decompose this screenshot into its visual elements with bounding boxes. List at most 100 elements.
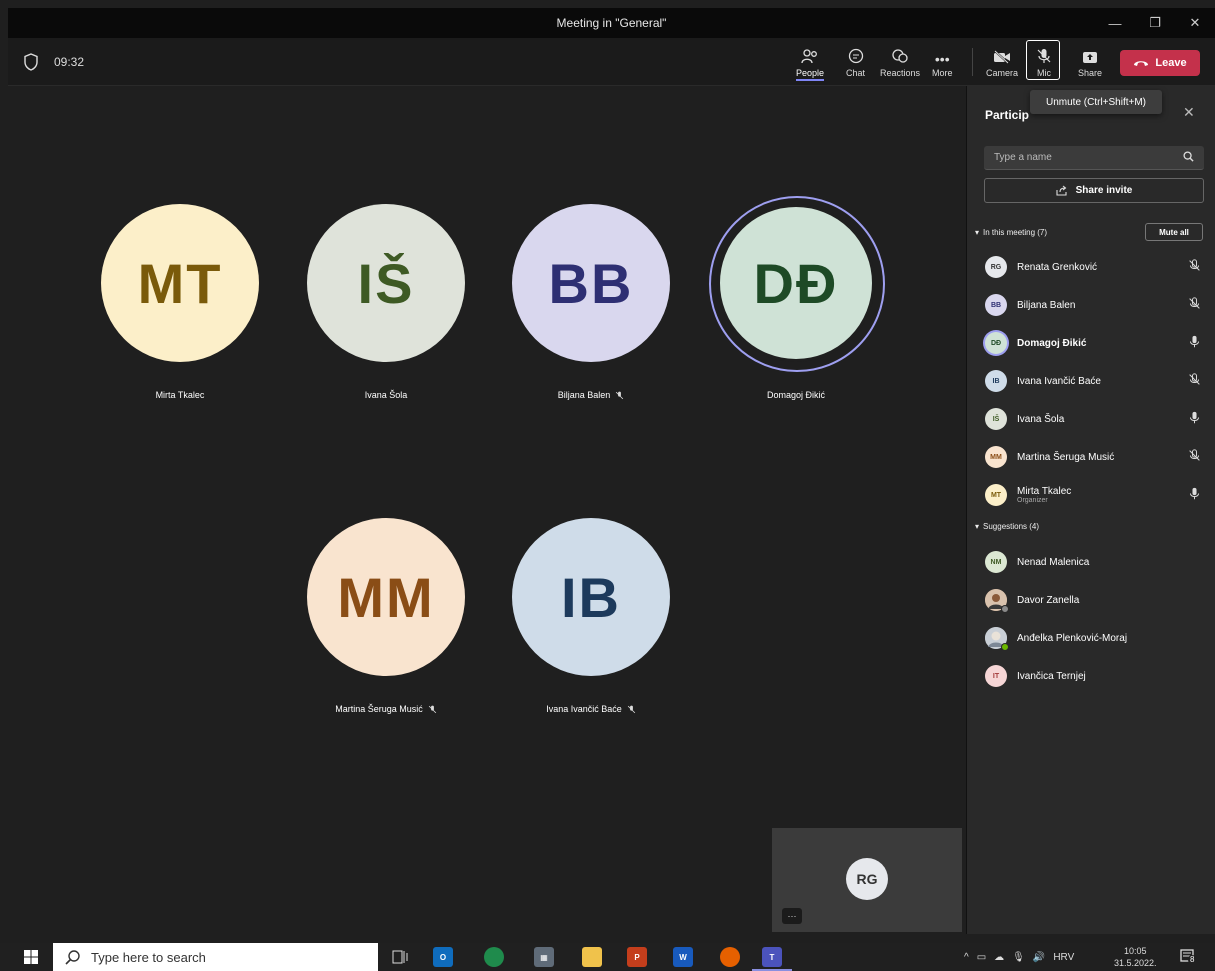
more-label: More	[932, 68, 953, 78]
avatar: RG	[985, 256, 1007, 278]
participant-row[interactable]: MM Martina Šeruga Musić	[985, 445, 1205, 469]
taskbar-search-input[interactable]: Type here to search	[53, 943, 378, 971]
share-label: Share	[1078, 68, 1103, 78]
minimize-button[interactable]: —	[1095, 8, 1135, 38]
edge-icon[interactable]	[484, 947, 504, 967]
participant-name: Biljana Balen	[1017, 299, 1076, 311]
search-placeholder: Type a name	[994, 152, 1052, 163]
participant-name: Domagoj Đikić	[766, 390, 826, 400]
firefox-icon[interactable]	[720, 947, 740, 967]
participants-panel: Particip ✕ Type a name Share invite ▾ In…	[966, 86, 1215, 934]
mic-icon	[1189, 411, 1200, 424]
notification-center-icon[interactable]: 8	[1180, 949, 1197, 970]
reactions-label: Reactions	[880, 68, 921, 78]
share-invite-label: Share invite	[1075, 185, 1133, 196]
participant-name: Renata Grenković	[1017, 261, 1098, 273]
avatar: IT	[985, 665, 1007, 687]
clock-time: 10:05	[1124, 946, 1147, 956]
participant-row[interactable]: IB Ivana Ivančić Baće	[985, 369, 1205, 393]
onedrive-icon[interactable]: ☁	[994, 952, 1004, 963]
participant-row[interactable]: IŠ Ivana Šola	[985, 407, 1205, 431]
self-view-more-button[interactable]: ···	[782, 908, 802, 924]
mic-icon	[1189, 487, 1200, 500]
windows-taskbar: Type here to search O ▦ P W T ^ ▭ ☁ 🎙 🔊 …	[0, 943, 1215, 971]
people-label: People	[796, 68, 825, 81]
participant-search-input[interactable]: Type a name	[984, 146, 1204, 170]
restore-button[interactable]: ❐	[1135, 8, 1175, 38]
share-button[interactable]: Share	[1078, 42, 1102, 84]
participant-name: Ivana Šola	[1017, 413, 1065, 425]
participant-avatar: MT	[101, 204, 259, 362]
chat-button[interactable]: Chat	[846, 42, 865, 84]
chevron-up-icon[interactable]: ^	[964, 952, 969, 963]
avatar-photo	[985, 627, 1009, 651]
teams-icon[interactable]: T	[762, 947, 782, 967]
more-button[interactable]: ••• More	[932, 42, 953, 84]
participant-name: Martina Šeruga Musić	[1017, 451, 1115, 463]
participant-row[interactable]: MT Mirta Tkalec Organizer	[985, 483, 1205, 507]
search-icon	[65, 950, 80, 965]
share-invite-button[interactable]: Share invite	[984, 178, 1204, 203]
leave-button[interactable]: Leave	[1120, 50, 1200, 76]
word-icon[interactable]: W	[673, 947, 693, 967]
participant-row-speaking[interactable]: DĐ Domagoj Đikić	[985, 331, 1205, 355]
participant-name: Ivana Šola	[364, 390, 408, 400]
windows-start-icon[interactable]	[24, 950, 38, 964]
mic-icon	[1189, 335, 1200, 348]
participant-row[interactable]: BB Biljana Balen	[985, 293, 1205, 317]
leave-label: Leave	[1155, 57, 1187, 69]
participant-tile[interactable]: MT Mirta Tkalec	[100, 204, 260, 400]
participant-tile[interactable]: IB Ivana Ivančić Baće	[511, 518, 671, 714]
close-window-button[interactable]: ✕	[1175, 8, 1215, 38]
chevron-down-icon: ▾	[975, 228, 980, 237]
file-explorer-icon[interactable]	[582, 947, 602, 967]
participant-tile[interactable]: MM Martina Šeruga Musić	[306, 518, 466, 714]
participant-tile[interactable]: BB Biljana Balen	[511, 204, 671, 400]
participant-name: Biljana Balen	[557, 390, 611, 400]
mic-off-icon	[1189, 297, 1200, 309]
reactions-button[interactable]: Reactions	[880, 42, 920, 84]
suggestion-name: Ivančica Ternjej	[1017, 670, 1086, 682]
mic-off-icon	[1189, 259, 1200, 271]
camera-button[interactable]: Camera	[986, 42, 1018, 84]
mute-all-button[interactable]: Mute all	[1145, 223, 1203, 241]
avatar: NM	[985, 551, 1007, 573]
video-stage: MT Mirta Tkalec IŠ Ivana Šola BB Biljana…	[8, 86, 966, 934]
phone-hangup-icon	[1134, 61, 1149, 66]
powerpoint-icon[interactable]: P	[627, 947, 647, 967]
in-meeting-section[interactable]: ▾ In this meeting (7)	[975, 228, 1047, 237]
participant-row[interactable]: RG Renata Grenković	[985, 255, 1205, 279]
microphone-tray-icon[interactable]: 🎙	[1012, 952, 1025, 963]
participant-tile[interactable]: IŠ Ivana Šola	[306, 204, 466, 400]
suggestion-row[interactable]: IT Ivančica Ternjej	[985, 664, 1205, 688]
participant-name: Mirta Tkalec	[1017, 486, 1072, 497]
people-icon	[801, 49, 817, 64]
suggestion-name: Anđelka Plenković-Moraj	[1017, 632, 1128, 644]
outlook-icon[interactable]: O	[433, 947, 453, 967]
mic-off-icon	[627, 705, 635, 713]
participant-tile-speaking[interactable]: DĐ Domagoj Đikić	[709, 196, 885, 400]
close-panel-icon[interactable]: ✕	[1183, 104, 1195, 121]
participant-name: Domagoj Đikić	[1017, 337, 1087, 349]
share-tray-icon	[1083, 52, 1098, 63]
suggestions-section[interactable]: ▾ Suggestions (4)	[975, 522, 1039, 531]
suggestion-row[interactable]: NM Nenad Malenica	[985, 550, 1205, 574]
volume-icon[interactable]: 🔊	[1033, 952, 1045, 963]
participant-name: Ivana Ivančić Baće	[546, 704, 622, 714]
mic-button[interactable]: Mic	[1036, 42, 1052, 84]
suggestion-row[interactable]: Davor Zanella	[985, 588, 1205, 613]
chat-icon	[848, 48, 863, 64]
mic-off-icon	[428, 705, 436, 713]
suggestion-name: Nenad Malenica	[1017, 556, 1090, 568]
self-view[interactable]: RG ···	[772, 828, 962, 932]
suggestions-label: Suggestions (4)	[983, 522, 1040, 531]
people-button[interactable]: People	[796, 42, 825, 84]
network-icon[interactable]: ▭	[977, 952, 986, 963]
task-view-icon[interactable]	[390, 947, 410, 967]
calculator-icon[interactable]: ▦	[534, 947, 554, 967]
taskbar-clock[interactable]: 10:05 31.5.2022.	[1114, 945, 1157, 969]
suggestion-row[interactable]: Anđelka Plenković-Moraj	[985, 626, 1205, 651]
meeting-toolbar: 09:32 People Chat Reactions ••• More Cam…	[8, 38, 1215, 86]
language-indicator[interactable]: HRV	[1053, 952, 1074, 963]
camera-label: Camera	[986, 68, 1019, 78]
